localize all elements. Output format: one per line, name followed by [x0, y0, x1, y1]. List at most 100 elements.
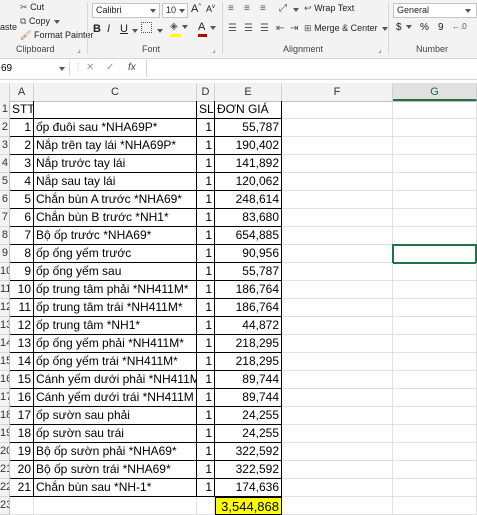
- quantity-cell[interactable]: 1: [197, 245, 215, 263]
- fill-color-button[interactable]: ◈: [170, 21, 189, 37]
- quantity-cell[interactable]: 1: [197, 263, 215, 281]
- cell-f[interactable]: [282, 389, 393, 407]
- row-header[interactable]: 5: [0, 173, 10, 191]
- decrease-font-size-icon[interactable]: Av: [206, 4, 215, 14]
- cell-f[interactable]: [282, 137, 393, 155]
- cell-f[interactable]: [282, 281, 393, 299]
- description-cell[interactable]: ốp ống yếm sau: [34, 263, 197, 281]
- row-header[interactable]: 9: [0, 245, 10, 263]
- stt-cell[interactable]: 11: [10, 299, 34, 317]
- row-header[interactable]: 20: [0, 443, 10, 461]
- row-header[interactable]: 12: [0, 299, 10, 317]
- font-color-button[interactable]: A: [198, 21, 216, 37]
- row-header[interactable]: 22: [0, 479, 10, 497]
- cell-f[interactable]: [282, 299, 393, 317]
- cell-f[interactable]: [282, 119, 393, 137]
- cell-g[interactable]: [393, 317, 477, 335]
- stt-cell[interactable]: 2: [10, 137, 34, 155]
- description-cell[interactable]: Bộ ốp sườn trái *NHA69*: [34, 461, 197, 479]
- chevron-down-icon[interactable]: [293, 8, 299, 12]
- underline-button[interactable]: U: [120, 23, 128, 35]
- cell-g[interactable]: [393, 407, 477, 425]
- quantity-cell[interactable]: 1: [197, 407, 215, 425]
- copy-button[interactable]: ⧉ Copy: [20, 16, 61, 27]
- row-header[interactable]: 23: [0, 497, 10, 515]
- cell-f[interactable]: [282, 263, 393, 281]
- stt-cell[interactable]: 10: [10, 281, 34, 299]
- cell-g[interactable]: [393, 443, 477, 461]
- align-top-icon[interactable]: ≡: [228, 3, 234, 14]
- row-header[interactable]: 17: [0, 389, 10, 407]
- quantity-cell[interactable]: 1: [197, 299, 215, 317]
- font-size-select[interactable]: 10: [162, 3, 188, 18]
- description-cell[interactable]: Chắn bùn B trước *NH1*: [34, 209, 197, 227]
- stt-cell[interactable]: 15: [10, 371, 34, 389]
- font-launcher-icon[interactable]: ⌟: [212, 45, 216, 54]
- description-cell[interactable]: Nắp sau tay lái: [34, 173, 197, 191]
- column-header-g[interactable]: G: [393, 83, 477, 101]
- quantity-cell[interactable]: 1: [197, 317, 215, 335]
- cell-g[interactable]: [393, 263, 477, 281]
- align-bottom-icon[interactable]: ≡: [260, 3, 266, 14]
- stt-cell[interactable]: 7: [10, 227, 34, 245]
- wrap-text-button[interactable]: ↩ Wrap Text: [304, 3, 354, 14]
- price-cell[interactable]: 322,592: [215, 461, 282, 479]
- alignment-launcher-icon[interactable]: ⌟: [378, 45, 382, 54]
- quantity-cell[interactable]: 1: [197, 425, 215, 443]
- cell-g[interactable]: [393, 155, 477, 173]
- column-header-c[interactable]: C: [34, 83, 197, 101]
- price-cell[interactable]: 248,614: [215, 191, 282, 209]
- cell-a[interactable]: [10, 497, 34, 515]
- total-price-cell[interactable]: 3,544,868: [215, 497, 282, 515]
- description-cell[interactable]: ốp đuôi sau *NHA69P*: [34, 119, 197, 137]
- cell-d[interactable]: [197, 497, 215, 515]
- borders-button[interactable]: [141, 22, 163, 35]
- stt-cell[interactable]: 17: [10, 407, 34, 425]
- cell-g[interactable]: [393, 191, 477, 209]
- cell-f[interactable]: [282, 335, 393, 353]
- cell-f[interactable]: [282, 101, 393, 119]
- quantity-cell[interactable]: 1: [197, 479, 215, 497]
- row-header[interactable]: 18: [0, 407, 10, 425]
- stt-cell[interactable]: 13: [10, 335, 34, 353]
- price-cell[interactable]: 89,744: [215, 389, 282, 407]
- price-cell[interactable]: 24,255: [215, 425, 282, 443]
- cell-f[interactable]: [282, 317, 393, 335]
- cell-g[interactable]: [393, 227, 477, 245]
- quantity-cell[interactable]: 1: [197, 119, 215, 137]
- column-header-a[interactable]: A: [10, 83, 34, 101]
- row-header[interactable]: 1: [0, 101, 10, 119]
- price-cell[interactable]: 174,636: [215, 479, 282, 497]
- align-right-icon[interactable]: ☰: [260, 23, 269, 34]
- description-cell[interactable]: Nắp trên tay lái *NHA69P*: [34, 137, 197, 155]
- cell-f[interactable]: [282, 371, 393, 389]
- cell-f[interactable]: [282, 425, 393, 443]
- row-header[interactable]: 21: [0, 461, 10, 479]
- row-header[interactable]: 11: [0, 281, 10, 299]
- description-cell[interactable]: ốp trung tâm phải *NH411M*: [34, 281, 197, 299]
- quantity-cell[interactable]: 1: [197, 137, 215, 155]
- price-cell[interactable]: 44,872: [215, 317, 282, 335]
- cell-g[interactable]: [393, 389, 477, 407]
- cell-f[interactable]: [282, 191, 393, 209]
- selected-cell[interactable]: [392, 244, 477, 264]
- price-cell[interactable]: 24,255: [215, 407, 282, 425]
- header-stt[interactable]: STT: [10, 101, 34, 119]
- price-cell[interactable]: 186,764: [215, 299, 282, 317]
- cell-g[interactable]: [393, 461, 477, 479]
- cell-g[interactable]: [393, 497, 477, 515]
- description-cell[interactable]: ốp ống yếm trái *NH411M*: [34, 353, 197, 371]
- cell-f[interactable]: [282, 245, 393, 263]
- cell-g[interactable]: [393, 173, 477, 191]
- row-header[interactable]: 8: [0, 227, 10, 245]
- stt-cell[interactable]: 20: [10, 461, 34, 479]
- quantity-cell[interactable]: 1: [197, 371, 215, 389]
- paste-button[interactable]: aste: [0, 22, 17, 32]
- quantity-cell[interactable]: 1: [197, 335, 215, 353]
- price-cell[interactable]: 55,787: [215, 263, 282, 281]
- cell-f[interactable]: [282, 227, 393, 245]
- orientation-icon[interactable]: ⤢: [279, 3, 287, 14]
- cell-g[interactable]: [393, 137, 477, 155]
- cut-button[interactable]: ✂ Cut: [20, 2, 44, 13]
- cell-f[interactable]: [282, 479, 393, 497]
